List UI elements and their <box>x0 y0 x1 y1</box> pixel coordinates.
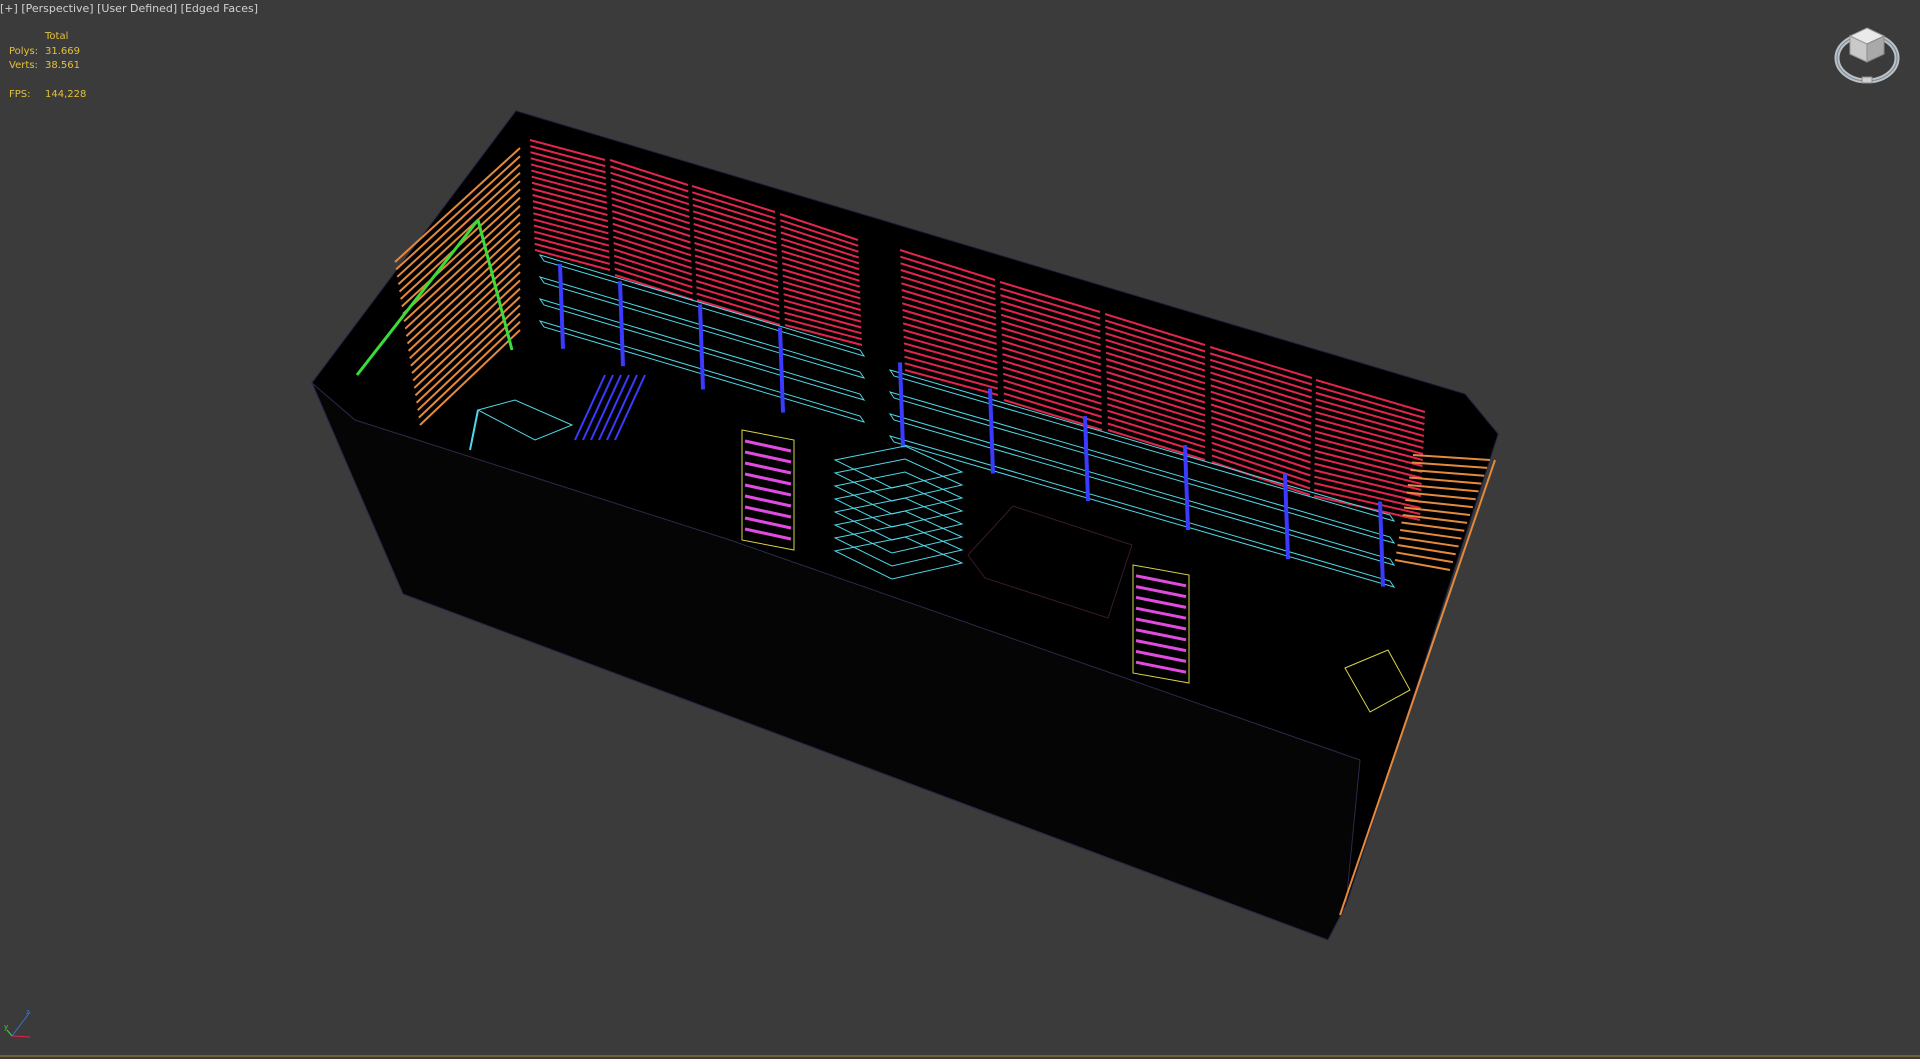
viewport-point-of-view-menu[interactable]: [Perspective] <box>21 2 93 15</box>
svg-text:z: z <box>26 1008 30 1016</box>
viewport-edged-faces-menu[interactable]: [Edged Faces] <box>181 2 258 15</box>
scene-wireframe <box>311 110 1499 941</box>
polys-label: Polys: <box>9 45 39 57</box>
viewport-bottom-border <box>0 1055 1920 1057</box>
viewport-label: [+] [Perspective] [User Defined] [Edged … <box>0 2 258 15</box>
perspective-viewport[interactable]: [+] [Perspective] [User Defined] [Edged … <box>0 0 1920 1059</box>
stats-header: Total <box>45 31 69 42</box>
axis-tripod-icon: y z <box>4 1008 31 1038</box>
fps-label: FPS: <box>9 88 31 100</box>
verts-value: 38.561 <box>45 60 80 71</box>
verts-label: Verts: <box>9 60 38 71</box>
viewcube-icon[interactable] <box>1832 22 1902 88</box>
fps-value: 144,228 <box>45 88 87 100</box>
polys-value: 31.669 <box>45 45 80 57</box>
viewport-plus-menu[interactable]: [+] <box>0 2 18 15</box>
svg-text:y: y <box>4 1023 8 1031</box>
statistics-overlay: Total Polys: 31.669 Verts: 38.561 FPS: 144,… <box>9 30 86 102</box>
viewport-shading-menu[interactable]: [User Defined] <box>97 2 177 15</box>
